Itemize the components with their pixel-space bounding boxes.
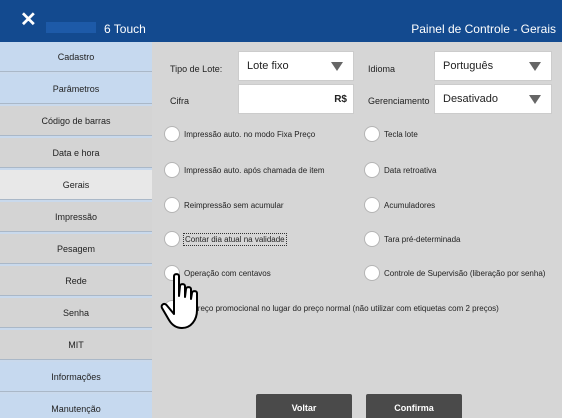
tipo-lote-value: Lote fixo	[247, 60, 289, 72]
sidebar-item-manutencao[interactable]: Manutenção	[0, 394, 152, 418]
option-tara-pre-determinada[interactable]: Tara pré-determinada	[364, 231, 460, 247]
sidebar-item-parametros[interactable]: Parâmetros	[0, 74, 152, 104]
radio-icon	[364, 231, 380, 247]
gerenciamento-select[interactable]: Desativado	[434, 84, 552, 114]
option-impressao-fixa-preco[interactable]: Impressão auto. no modo Fixa Preço	[164, 126, 315, 142]
panel-title: Painel de Controle - Gerais	[411, 22, 556, 36]
option-controle-supervisao[interactable]: Controle de Supervisão (liberação por se…	[364, 265, 545, 281]
option-impressao-chamada-item[interactable]: Impressão auto. após chamada de item	[164, 162, 325, 178]
option-label: Impressão auto. no modo Fixa Preço	[184, 129, 316, 139]
sidebar-item-codigo-de-barras[interactable]: Código de barras	[0, 106, 152, 136]
app-title: 6 Touch	[104, 22, 146, 36]
option-contar-dia-atual[interactable]: Contar dia atual na validade	[164, 231, 287, 247]
sidebar-item-data-e-hora[interactable]: Data e hora	[0, 138, 152, 168]
sidebar-item-impressao[interactable]: Impressão	[0, 202, 152, 232]
radio-icon	[364, 265, 380, 281]
idioma-select[interactable]: Português	[434, 51, 552, 81]
close-icon[interactable]: ✕	[20, 9, 37, 31]
radio-icon	[364, 162, 380, 178]
option-label: Reimpressão sem acumular	[184, 200, 284, 210]
confirma-button[interactable]: Confirma	[366, 394, 462, 418]
option-label: Impressão auto. após chamada de item	[184, 165, 325, 175]
radio-icon	[164, 231, 180, 247]
radio-icon	[364, 197, 380, 213]
option-reimpressao[interactable]: Reimpressão sem acumular	[164, 197, 284, 213]
radio-icon	[164, 197, 180, 213]
idioma-value: Português	[443, 60, 494, 72]
sidebar-item-cadastro[interactable]: Cadastro	[0, 42, 152, 72]
radio-icon	[364, 126, 380, 142]
option-data-retroativa[interactable]: Data retroativa	[364, 162, 436, 178]
idioma-label: Idioma	[368, 64, 396, 74]
chevron-down-icon	[529, 62, 541, 71]
option-acumuladores[interactable]: Acumuladores	[364, 197, 435, 213]
option-tecla-lote[interactable]: Tecla lote	[364, 126, 418, 142]
chevron-down-icon	[331, 62, 343, 71]
voltar-button[interactable]: Voltar	[256, 394, 352, 418]
option-label: Acumuladores	[384, 200, 436, 210]
option-preco-promocional[interactable]: ar preço promocional no lugar do preço n…	[164, 300, 499, 316]
brand-logo-redacted	[46, 22, 96, 33]
sidebar-item-rede[interactable]: Rede	[0, 266, 152, 296]
cifra-label: Cifra	[170, 96, 190, 106]
option-label: Data retroativa	[384, 165, 437, 175]
sidebar-item-gerais[interactable]: Gerais	[0, 170, 152, 200]
option-label: Tecla lote	[384, 129, 418, 139]
sidebar: Cadastro Parâmetros Código de barras Dat…	[0, 42, 152, 418]
option-label: Controle de Supervisão (liberação por se…	[384, 268, 546, 278]
sidebar-item-informacoes[interactable]: Informações	[0, 362, 152, 392]
tipo-lote-label: Tipo de Lote:	[170, 64, 223, 74]
sidebar-item-pesagem[interactable]: Pesagem	[0, 234, 152, 264]
tipo-lote-select[interactable]: Lote fixo	[238, 51, 354, 81]
sidebar-item-mit[interactable]: MIT	[0, 330, 152, 360]
option-label: ar preço promocional no lugar do preço n…	[184, 303, 499, 313]
cifra-input[interactable]: R$	[238, 84, 354, 114]
option-label: Tara pré-determinada	[384, 234, 461, 244]
chevron-down-icon	[529, 95, 541, 104]
hand-pointer-icon	[160, 273, 198, 329]
option-label: Contar dia atual na validade	[183, 232, 287, 246]
main-panel: Tipo de Lote: Lote fixo Idioma Português…	[152, 42, 562, 418]
radio-icon	[164, 162, 180, 178]
gerenciamento-value: Desativado	[443, 93, 499, 105]
currency-suffix: R$	[334, 94, 347, 105]
gerenciamento-label: Gerenciamento	[368, 96, 430, 106]
title-bar: ✕ 6 Touch Painel de Controle - Gerais	[0, 0, 562, 42]
sidebar-item-senha[interactable]: Senha	[0, 298, 152, 328]
radio-icon	[164, 126, 180, 142]
